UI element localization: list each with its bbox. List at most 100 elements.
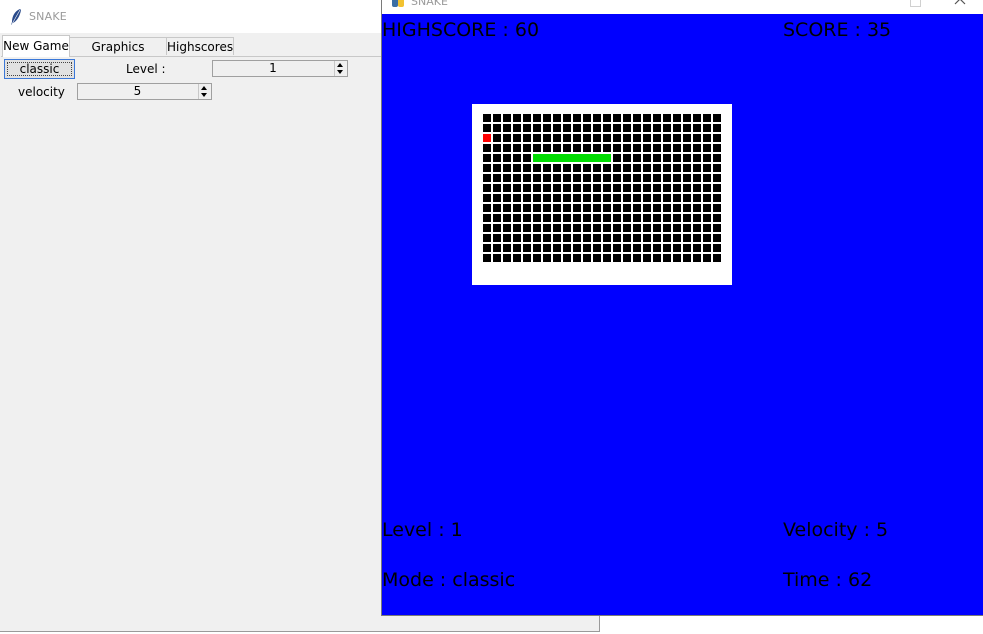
grid-cell: [553, 244, 561, 252]
close-icon[interactable]: [953, 0, 967, 6]
grid-cell: [503, 254, 511, 262]
spin-up-icon[interactable]: [337, 63, 343, 67]
grid-cell: [573, 254, 581, 262]
grid-cell: [523, 254, 531, 262]
grid-cell: [563, 114, 571, 122]
game-titlebar[interactable]: SNAKE: [382, 0, 983, 14]
grid-cell: [563, 134, 571, 142]
grid-cell: [543, 194, 551, 202]
grid-cell: [593, 164, 601, 172]
grid-cell: [673, 184, 681, 192]
tab-highscores[interactable]: Highscores: [166, 37, 234, 55]
mode-classic-button[interactable]: classic: [4, 59, 75, 79]
grid-cell: [693, 124, 701, 132]
grid-cell: [543, 184, 551, 192]
grid-cell: [633, 154, 641, 162]
grid-cell: [493, 224, 501, 232]
grid-cell: [693, 184, 701, 192]
grid-cell: [613, 204, 621, 212]
grid-cell: [503, 184, 511, 192]
grid-cell: [673, 154, 681, 162]
grid-cell: [653, 154, 661, 162]
grid-cell: [683, 154, 691, 162]
grid-cell: [653, 214, 661, 222]
grid-cell: [513, 114, 521, 122]
game-canvas[interactable]: HIGHSCORE : 60 SCORE : 35 Level : 1 Velo…: [382, 14, 983, 615]
velocity-spin-arrows[interactable]: [198, 84, 211, 99]
grid-cell: [623, 224, 631, 232]
spin-up-icon[interactable]: [201, 86, 207, 90]
snake-body: [533, 154, 611, 162]
level-spin-arrows[interactable]: [334, 61, 347, 76]
grid-cell: [553, 144, 561, 152]
grid-cell: [533, 124, 541, 132]
grid-cell: [653, 244, 661, 252]
grid-cell: [583, 204, 591, 212]
grid-cell: [703, 224, 711, 232]
grid-cell: [623, 204, 631, 212]
grid-cell: [573, 134, 581, 142]
grid-cell: [633, 134, 641, 142]
grid-cell: [693, 144, 701, 152]
velocity-spinbox[interactable]: 5: [77, 83, 212, 100]
grid-cell: [623, 244, 631, 252]
level-spinbox[interactable]: 1: [212, 60, 348, 77]
grid-cell: [683, 204, 691, 212]
level-text: Level : 1: [382, 519, 463, 541]
tab-new-game[interactable]: New Game: [2, 35, 70, 57]
grid-cell: [673, 194, 681, 202]
grid-cell: [643, 214, 651, 222]
grid-cell: [673, 254, 681, 262]
tab-graphics-settings[interactable]: Graphics Settings: [69, 37, 167, 72]
grid-cell: [483, 154, 491, 162]
grid-cell: [503, 244, 511, 252]
grid-cell: [703, 234, 711, 242]
grid-cell: [513, 234, 521, 242]
grid-cell: [493, 134, 501, 142]
grid-cell: [503, 114, 511, 122]
grid-cell: [713, 194, 721, 202]
game-window-title: SNAKE: [411, 0, 448, 8]
grid-cell: [523, 184, 531, 192]
level-value[interactable]: 1: [213, 61, 333, 76]
grid-cell: [563, 234, 571, 242]
grid-cell: [583, 234, 591, 242]
grid-cell: [553, 194, 561, 202]
grid-cell: [523, 164, 531, 172]
grid-cell: [713, 144, 721, 152]
grid-cell: [593, 204, 601, 212]
maximize-icon[interactable]: [910, 0, 921, 7]
grid-cell: [523, 114, 531, 122]
grid-cell: [663, 244, 671, 252]
grid-cell: [543, 164, 551, 172]
grid-cell: [543, 144, 551, 152]
grid-cell: [493, 234, 501, 242]
grid-cell: [683, 184, 691, 192]
grid-cell: [543, 254, 551, 262]
grid-cell: [613, 244, 621, 252]
grid-cell: [543, 134, 551, 142]
grid-cell: [563, 254, 571, 262]
velocity-value[interactable]: 5: [78, 84, 197, 99]
grid-cell: [483, 144, 491, 152]
grid-cell: [713, 114, 721, 122]
grid-cell: [653, 164, 661, 172]
grid-cell: [563, 224, 571, 232]
spin-down-icon[interactable]: [201, 93, 207, 97]
grid-cell: [553, 254, 561, 262]
grid-cell: [563, 214, 571, 222]
grid-cell: [673, 214, 681, 222]
grid-cell: [533, 244, 541, 252]
grid-cell: [703, 134, 711, 142]
highscore-text: HIGHSCORE : 60: [382, 19, 540, 41]
grid-cell: [483, 234, 491, 242]
grid-cell: [653, 184, 661, 192]
grid-cell: [623, 194, 631, 202]
grid-cell: [583, 254, 591, 262]
grid-cell: [643, 194, 651, 202]
grid-cell: [683, 254, 691, 262]
grid-cell: [643, 174, 651, 182]
grid-cell: [553, 134, 561, 142]
spin-down-icon[interactable]: [337, 70, 343, 74]
grid-cell: [543, 204, 551, 212]
